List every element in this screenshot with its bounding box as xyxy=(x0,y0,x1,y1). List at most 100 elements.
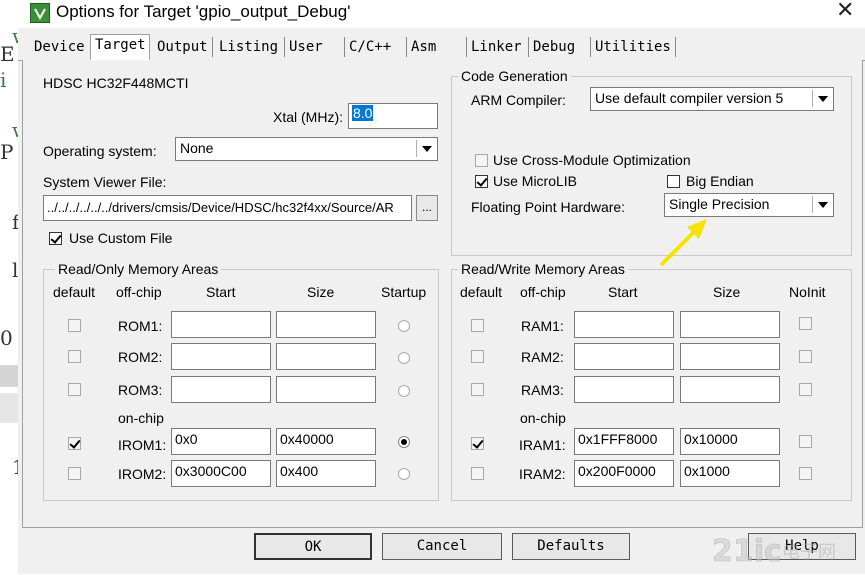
rom1-default-checkbox[interactable] xyxy=(68,319,81,332)
iram1-label: IRAM1: xyxy=(519,437,566,453)
ro-header-offchip: off-chip xyxy=(116,284,162,300)
rw-header-noinit: NoInit xyxy=(789,284,826,300)
rom3-size-input[interactable] xyxy=(276,376,376,403)
tab-linker[interactable]: Linker xyxy=(467,37,529,57)
ram3-start-input[interactable] xyxy=(574,376,674,403)
ram2-default-checkbox[interactable] xyxy=(471,350,484,363)
ram3-label: RAM3: xyxy=(521,382,564,398)
xtal-input[interactable]: 8.0 xyxy=(348,103,438,129)
ram2-noinit-checkbox[interactable] xyxy=(799,350,812,363)
tab-listing[interactable]: Listing xyxy=(215,37,285,57)
svf-value: ../../../../../../drivers/cmsis/Device/H… xyxy=(47,200,394,215)
watermark-logo: 21ic 电子网 xyxy=(710,528,865,572)
svf-input[interactable]: ../../../../../../drivers/cmsis/Device/H… xyxy=(43,195,412,221)
rom3-startup-radio[interactable] xyxy=(398,385,410,397)
os-label: Operating system: xyxy=(43,143,157,159)
os-value: None xyxy=(180,140,214,156)
cross-module-label: Use Cross-Module Optimization xyxy=(493,152,691,168)
irom2-size-input[interactable]: 0x400 xyxy=(276,460,376,487)
ro-header-default: default xyxy=(53,284,96,300)
ram1-noinit-checkbox[interactable] xyxy=(799,317,812,330)
rom2-start-input[interactable] xyxy=(171,343,271,370)
tab-device[interactable]: Device xyxy=(30,37,92,57)
irom2-start-input[interactable]: 0x3000C00 xyxy=(171,460,271,487)
code-generation-title: Code Generation xyxy=(458,68,571,84)
iram2-noinit-checkbox[interactable] xyxy=(799,467,812,480)
ram1-default-checkbox[interactable] xyxy=(471,319,484,332)
options-dialog: Options for Target 'gpio_output_Debug' ✕… xyxy=(18,0,865,574)
irom1-start-input[interactable]: 0x0 xyxy=(171,428,271,455)
defaults-button[interactable]: Defaults xyxy=(512,533,630,560)
cross-module-checkbox[interactable] xyxy=(475,154,488,167)
ram2-size-input[interactable] xyxy=(680,343,780,370)
tab-user[interactable]: User xyxy=(285,37,345,57)
iram2-start-input[interactable]: 0x200F0000 xyxy=(574,460,674,487)
rom1-startup-radio[interactable] xyxy=(398,320,410,332)
iram1-default-checkbox[interactable] xyxy=(471,437,484,450)
ro-header-size: Size xyxy=(307,284,335,300)
ram2-start-input[interactable] xyxy=(574,343,674,370)
os-select[interactable]: None xyxy=(175,137,438,161)
rw-memory-title: Read/Write Memory Areas xyxy=(458,261,628,277)
compiler-select[interactable]: Use default compiler version 5 xyxy=(590,87,834,111)
irom1-startup-radio[interactable] xyxy=(398,436,410,448)
close-icon[interactable]: ✕ xyxy=(836,0,854,23)
iram2-size-input[interactable]: 0x1000 xyxy=(680,460,780,487)
irom1-size-input[interactable]: 0x40000 xyxy=(276,428,376,455)
iram1-size-input[interactable]: 0x10000 xyxy=(680,428,780,455)
tab-utilities[interactable]: Utilities xyxy=(591,37,676,57)
rom3-default-checkbox[interactable] xyxy=(68,383,81,396)
ok-button[interactable]: OK xyxy=(254,533,372,560)
compiler-value: Use default compiler version 5 xyxy=(595,90,784,106)
tab-cc[interactable]: C/C++ xyxy=(345,37,407,57)
tab-output[interactable]: Output xyxy=(153,37,213,57)
fph-label: Floating Point Hardware: xyxy=(471,199,626,215)
rom1-label: ROM1: xyxy=(118,318,163,334)
rom3-start-input[interactable] xyxy=(171,376,271,403)
svg-text:21ic: 21ic xyxy=(712,534,782,569)
big-endian-label: Big Endian xyxy=(686,173,754,189)
tab-asm[interactable]: Asm xyxy=(407,37,467,57)
irom2-default-checkbox[interactable] xyxy=(68,467,81,480)
rom2-default-checkbox[interactable] xyxy=(68,350,81,363)
big-endian-checkbox[interactable] xyxy=(667,175,680,188)
ram3-default-checkbox[interactable] xyxy=(471,383,484,396)
rom2-size-input[interactable] xyxy=(276,343,376,370)
fph-value: Single Precision xyxy=(669,196,770,212)
iram1-noinit-checkbox[interactable] xyxy=(799,435,812,448)
chevron-down-icon xyxy=(416,140,435,157)
ram1-size-input[interactable] xyxy=(680,311,780,338)
microlib-checkbox[interactable] xyxy=(475,175,488,188)
device-name: HDSC HC32F448MCTI xyxy=(43,75,189,91)
rom3-label: ROM3: xyxy=(118,382,163,398)
irom1-label: IROM1: xyxy=(118,437,167,453)
ro-memory-title: Read/Only Memory Areas xyxy=(55,261,222,277)
cancel-button[interactable]: Cancel xyxy=(382,533,502,560)
iram2-default-checkbox[interactable] xyxy=(471,467,484,480)
ram2-label: RAM2: xyxy=(521,349,564,365)
ro-header-startup: Startup xyxy=(381,284,427,300)
ro-header-start: Start xyxy=(206,284,236,300)
rw-header-start: Start xyxy=(608,284,638,300)
irom1-default-checkbox[interactable] xyxy=(68,437,81,450)
rom1-size-input[interactable] xyxy=(276,311,376,338)
ram1-start-input[interactable] xyxy=(574,311,674,338)
tab-debug[interactable]: Debug xyxy=(529,37,591,57)
rom2-label: ROM2: xyxy=(118,349,163,365)
app-icon xyxy=(30,3,50,23)
custom-file-checkbox[interactable] xyxy=(49,232,62,245)
rom1-start-input[interactable] xyxy=(171,311,271,338)
ram3-size-input[interactable] xyxy=(680,376,780,403)
ro-onchip-label: on-chip xyxy=(118,410,164,426)
iram1-start-input[interactable]: 0x1FFF8000 xyxy=(574,428,674,455)
tab-target[interactable]: Target xyxy=(90,34,150,60)
irom2-startup-radio[interactable] xyxy=(398,468,410,480)
iram2-label: IRAM2: xyxy=(519,466,566,482)
rom2-startup-radio[interactable] xyxy=(398,352,410,364)
fph-select[interactable]: Single Precision xyxy=(664,193,834,217)
tab-strip: Device Target Output Listing User C/C++ … xyxy=(18,34,865,61)
ram3-noinit-checkbox[interactable] xyxy=(799,383,812,396)
ram1-label: RAM1: xyxy=(521,318,564,334)
rw-header-default: default xyxy=(460,284,503,300)
svf-browse-button[interactable]: ... xyxy=(416,195,438,221)
